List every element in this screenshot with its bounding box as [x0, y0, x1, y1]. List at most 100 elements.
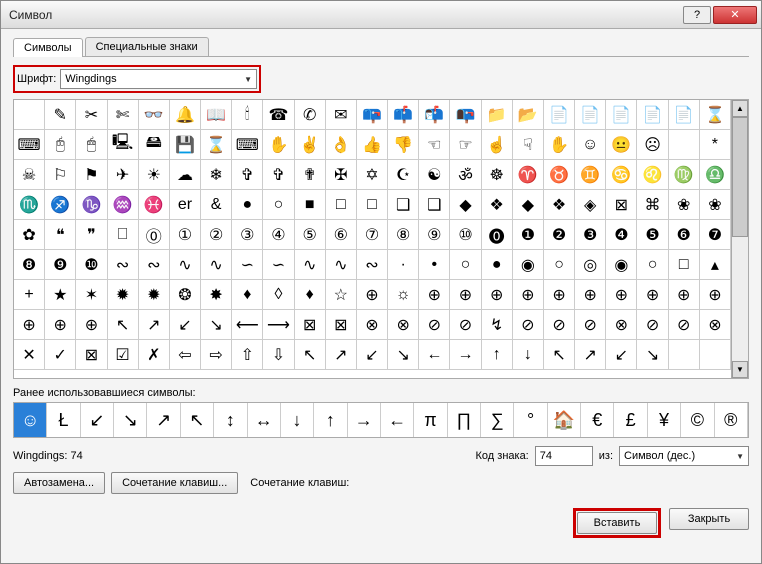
symbol-cell[interactable]: ◆ [450, 190, 481, 220]
symbol-cell[interactable]: ❑ [388, 190, 419, 220]
symbol-cell[interactable]: ✉ [326, 100, 357, 130]
symbol-cell[interactable]: ☸ [482, 160, 513, 190]
symbol-cell[interactable]: ⇩ [263, 340, 294, 370]
symbol-cell[interactable]: ॐ [450, 160, 481, 190]
symbol-cell[interactable]: ① [170, 220, 201, 250]
symbol-cell[interactable]: ⚑ [76, 160, 107, 190]
symbol-cell[interactable]: ⊕ [669, 280, 700, 310]
recent-cell[interactable]: ∑ [481, 403, 514, 437]
recent-cell[interactable]: ® [715, 403, 748, 437]
symbol-cell[interactable]: ∿ [295, 250, 326, 280]
symbol-cell[interactable]: ✸ [201, 280, 232, 310]
symbol-cell[interactable]: ↑ [482, 340, 513, 370]
symbol-cell[interactable]: ○ [263, 190, 294, 220]
symbol-cell[interactable]: ∾ [357, 250, 388, 280]
symbol-cell[interactable]: 🖴 [139, 130, 170, 160]
symbol-cell[interactable]: ⟵ [232, 310, 263, 340]
symbol-cell[interactable]: ✋ [263, 130, 294, 160]
symbol-cell[interactable]: ⑧ [388, 220, 419, 250]
symbol-cell[interactable]: ❾ [45, 250, 76, 280]
from-select[interactable]: Символ (дес.) ▼ [619, 446, 749, 466]
symbol-cell[interactable]: ⊗ [357, 310, 388, 340]
symbol-cell[interactable]: 👎 [388, 130, 419, 160]
symbol-cell[interactable]: 📁 [482, 100, 513, 130]
symbol-cell[interactable]: ⑥ [326, 220, 357, 250]
symbol-cell[interactable]: ❺ [637, 220, 668, 250]
symbol-cell[interactable]: ⑤ [295, 220, 326, 250]
symbol-cell[interactable]: ☠ [14, 160, 45, 190]
symbol-cell[interactable]: ♓ [139, 190, 170, 220]
symbol-cell[interactable]: ⊕ [419, 280, 450, 310]
scroll-down-button[interactable]: ▼ [732, 361, 748, 378]
symbol-cell[interactable]: ☹ [637, 130, 668, 160]
symbol-cell[interactable]: ∿ [201, 250, 232, 280]
symbol-cell[interactable]: ✞ [263, 160, 294, 190]
recent-cell[interactable]: ↑ [314, 403, 347, 437]
symbol-cell[interactable]: ⊠ [76, 340, 107, 370]
symbol-cell[interactable]: □ [357, 190, 388, 220]
symbol-cell[interactable]: ∽ [263, 250, 294, 280]
symbol-cell[interactable]: ⌛ [201, 130, 232, 160]
symbol-cell[interactable]: ⊗ [606, 310, 637, 340]
symbol-cell[interactable]: ⊕ [450, 280, 481, 310]
symbol-cell[interactable]: ∾ [108, 250, 139, 280]
symbol-cell[interactable]: ◈ [575, 190, 606, 220]
symbol-cell[interactable]: ⊘ [450, 310, 481, 340]
recent-cell[interactable]: ☺ [14, 403, 47, 437]
symbol-cell[interactable]: ↘ [637, 340, 668, 370]
insert-button[interactable]: Вставить [577, 512, 657, 534]
symbol-cell[interactable]: ☞ [450, 130, 481, 160]
symbol-cell[interactable]: ↖ [295, 340, 326, 370]
symbol-cell[interactable]: ⊕ [575, 280, 606, 310]
symbol-cell[interactable]: ❷ [544, 220, 575, 250]
symbol-cell[interactable]: ⟶ [263, 310, 294, 340]
symbol-cell[interactable]: 📂 [513, 100, 544, 130]
symbol-cell[interactable]: ✋ [544, 130, 575, 160]
recent-cell[interactable]: € [581, 403, 614, 437]
autocorrect-button[interactable]: Автозамена... [13, 472, 105, 494]
symbol-cell[interactable]: ♦ [295, 280, 326, 310]
symbol-cell[interactable]: ⇦ [170, 340, 201, 370]
symbol-cell[interactable]: ○ [544, 250, 575, 280]
recent-cell[interactable]: ∏ [448, 403, 481, 437]
symbol-cell[interactable]: ☪ [388, 160, 419, 190]
recent-cell[interactable]: ↖ [181, 403, 214, 437]
symbol-cell[interactable]: ↘ [388, 340, 419, 370]
tab-special[interactable]: Специальные знаки [85, 37, 209, 56]
symbol-cell[interactable]: 🖰 [45, 130, 76, 160]
scroll-track[interactable] [732, 117, 748, 361]
symbol-cell[interactable]: ⊕ [45, 310, 76, 340]
symbol-cell[interactable]: ♏ [14, 190, 45, 220]
symbol-cell[interactable]: ● [232, 190, 263, 220]
symbol-cell[interactable]: ↓ [513, 340, 544, 370]
symbol-cell[interactable]: ❿ [76, 250, 107, 280]
scroll-up-button[interactable]: ▲ [732, 100, 748, 117]
symbol-cell[interactable]: ⎕ [108, 220, 139, 250]
symbol-cell[interactable]: ❻ [669, 220, 700, 250]
symbol-cell[interactable]: ♐ [45, 190, 76, 220]
symbol-cell[interactable]: ⊘ [544, 310, 575, 340]
symbol-cell[interactable]: ✆ [295, 100, 326, 130]
symbol-cell[interactable]: ❖ [482, 190, 513, 220]
symbol-cell[interactable]: ✠ [326, 160, 357, 190]
symbol-cell[interactable]: ⊘ [419, 310, 450, 340]
symbol-cell[interactable]: • [419, 250, 450, 280]
recent-cell[interactable]: ¥ [648, 403, 681, 437]
symbol-cell[interactable]: ⑦ [357, 220, 388, 250]
recent-cell[interactable]: £ [614, 403, 647, 437]
symbol-cell[interactable]: ✞ [232, 160, 263, 190]
symbol-cell[interactable]: ◉ [513, 250, 544, 280]
symbol-cell[interactable]: ∽ [232, 250, 263, 280]
symbol-cell[interactable]: ⑨ [419, 220, 450, 250]
symbol-cell[interactable]: ▴ [700, 250, 731, 280]
symbol-cell[interactable]: 📖 [201, 100, 232, 130]
symbol-cell[interactable]: □ [669, 250, 700, 280]
symbol-cell[interactable]: ② [201, 220, 232, 250]
symbol-cell[interactable] [700, 340, 731, 370]
symbol-cell[interactable]: ⚐ [45, 160, 76, 190]
symbol-cell[interactable]: 🕯 [232, 100, 263, 130]
symbol-cell[interactable]: ☼ [388, 280, 419, 310]
symbol-cell[interactable]: ♑ [76, 190, 107, 220]
symbol-cell[interactable]: ⊕ [700, 280, 731, 310]
symbol-cell[interactable]: 👌 [326, 130, 357, 160]
